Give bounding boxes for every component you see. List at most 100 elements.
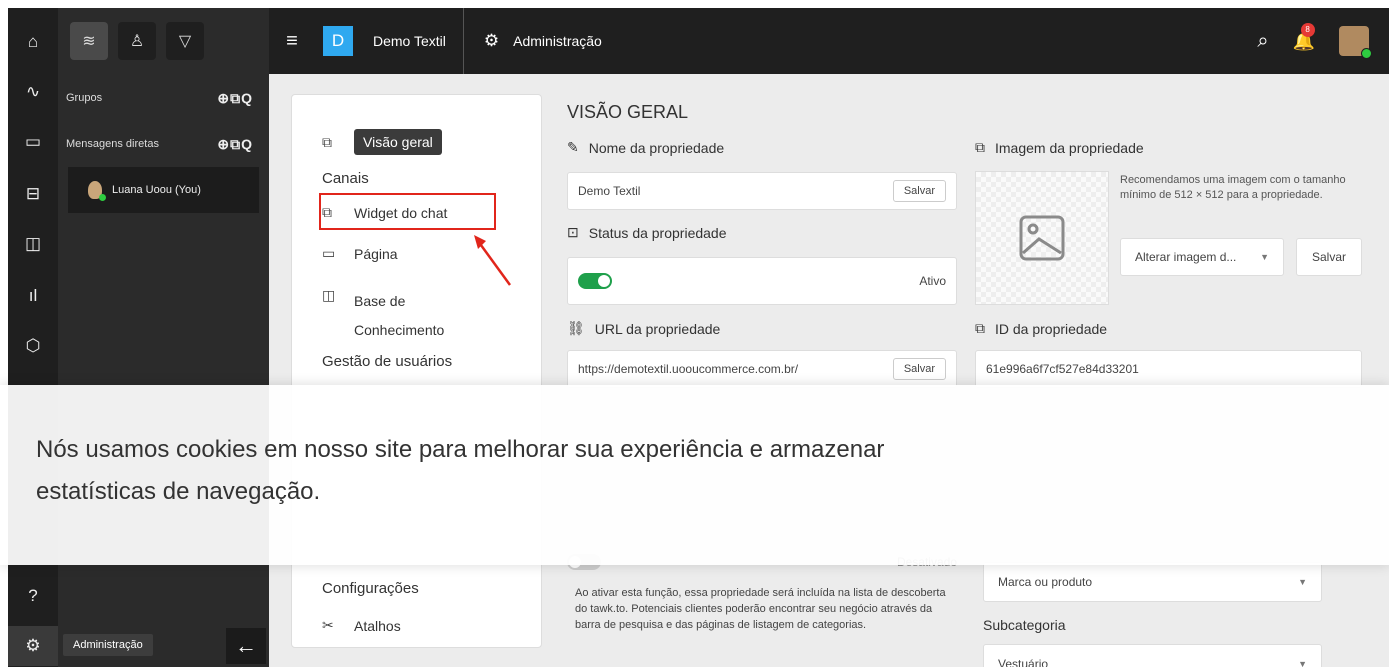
name-field[interactable]: Demo Textil Salvar: [567, 172, 957, 210]
status-value: Ativo: [919, 274, 946, 288]
overview-icon: ⧉: [322, 133, 332, 150]
users-heading: Gestão de usuários: [322, 353, 453, 370]
search-icon[interactable]: ⌕: [1257, 30, 1268, 53]
groups-actions-icons[interactable]: ⊕⧉Q: [217, 90, 253, 107]
dropdown-icon: ▼: [1298, 659, 1307, 667]
book-icon: ◫: [322, 287, 336, 303]
messages-icon[interactable]: ▭: [8, 122, 58, 162]
category-value: Marca ou produto: [998, 575, 1093, 589]
bell-icon[interactable]: 🔔 8: [1293, 22, 1315, 52]
filter-icon[interactable]: ▽: [166, 22, 204, 60]
collapse-arrow-icon[interactable]: ←: [226, 628, 266, 664]
save-name-button[interactable]: Salvar: [892, 180, 946, 202]
direct-messages-row[interactable]: Mensagens diretas ⊕⧉Q: [58, 124, 269, 164]
cookie-text: Nós usamos cookies em nosso site para me…: [36, 436, 885, 505]
image-select-value: Alterar imagem d...: [1135, 250, 1237, 264]
avatar[interactable]: [1339, 26, 1372, 59]
overview-content: VISÃO GERAL ✎ Nome da propriedade Demo T…: [542, 74, 1389, 667]
nav-overview[interactable]: ⧉ Visão geral: [322, 129, 442, 155]
property-name[interactable]: Demo Textil: [373, 33, 446, 49]
home-icon[interactable]: ⌂: [8, 22, 58, 62]
link-icon: ⛓: [567, 320, 585, 336]
app-frame: ⌂ ∿ ▭ ⊟ ◫ ıl ⬡ ? ⚙ ≋ ♙ ▽ Grupos ⊕⧉Q Mens…: [8, 8, 1389, 667]
direct-messages-label: Mensagens diretas: [66, 138, 159, 150]
user-avatar: [88, 181, 106, 201]
nav-shortcuts-label: Atalhos: [354, 617, 401, 634]
inbox-icon[interactable]: ⊟: [8, 174, 58, 214]
name-label-row: ✎ Nome da propriedade: [567, 139, 724, 156]
url-label: URL da propriedade: [594, 320, 721, 337]
image-placeholder[interactable]: [975, 171, 1109, 305]
save-url-button[interactable]: Salvar: [892, 358, 946, 380]
nav-shortcuts[interactable]: ✂ Atalhos: [322, 617, 401, 634]
pulse-icon: ⊡: [567, 224, 579, 240]
id-field[interactable]: 61e996a6f7cf527e84d33201: [975, 350, 1362, 388]
help-icon[interactable]: ?: [8, 576, 58, 616]
page-icon: ▭: [322, 245, 336, 261]
url-field[interactable]: https://demotextil.uooucommerce.com.br/ …: [567, 350, 957, 388]
name-value: Demo Textil: [578, 184, 641, 198]
id-label-row: ⧉ ID da propriedade: [975, 320, 1107, 337]
section-title: Administração: [513, 33, 602, 49]
highlight-box: [319, 193, 496, 230]
cookie-banner: Nós usamos cookies em nosso site para me…: [0, 385, 1389, 565]
edit-icon: ✎: [567, 139, 579, 155]
user-item[interactable]: Luana Uoou (You): [68, 167, 259, 213]
id-icon: ⧉: [975, 320, 985, 336]
url-value: https://demotextil.uooucommerce.com.br/: [578, 362, 799, 376]
admin-tooltip: Administração: [63, 634, 153, 656]
layers-icon[interactable]: ≋: [70, 22, 108, 60]
subcategory-select[interactable]: Vestuário ▼: [983, 644, 1322, 667]
id-value: 61e996a6f7cf527e84d33201: [986, 362, 1139, 376]
icon-rail: ⌂ ∿ ▭ ⊟ ◫ ıl ⬡ ? ⚙: [8, 8, 58, 667]
subcategory-label: Subcategoria: [983, 617, 1066, 633]
nav-page-label: Página: [354, 245, 398, 262]
nav-knowledge-base[interactable]: ◫ Base de Conhecimento: [322, 287, 444, 345]
menu-icon[interactable]: ≡: [269, 30, 315, 53]
notification-badge: 8: [1300, 22, 1315, 37]
nav-overview-label: Visão geral: [354, 129, 442, 155]
image-hint: Recomendamos uma imagem com o tamanho mí…: [1120, 174, 1346, 201]
scissors-icon: ✂: [322, 617, 334, 633]
nav-page[interactable]: ▭ Página: [322, 245, 398, 262]
user-name: Luana Uoou (You): [112, 184, 201, 196]
image-icon: ⧉: [975, 139, 985, 155]
settings-gear-icon: ⚙: [483, 31, 500, 50]
direct-actions-icons[interactable]: ⊕⧉Q: [217, 136, 253, 153]
groups-label: Grupos: [66, 92, 103, 104]
page-title: VISÃO GERAL: [567, 102, 689, 122]
name-label: Nome da propriedade: [588, 139, 725, 156]
url-label-row: ⛓ URL da propriedade: [567, 320, 720, 337]
top-bar: ≡ D Demo Textil ⚙ Administração ⌕ 🔔 8: [269, 8, 1389, 74]
dropdown-icon: ▼: [1298, 577, 1307, 587]
category-select[interactable]: Marca ou produto ▼: [983, 562, 1322, 602]
dropdown-icon: ▼: [1260, 252, 1269, 262]
save-image-button[interactable]: Salvar: [1296, 238, 1362, 276]
nav-kb-label-2: Conhecimento: [354, 322, 445, 338]
property-logo[interactable]: D: [323, 26, 353, 56]
divider: [462, 8, 464, 74]
status-toggle[interactable]: [578, 273, 612, 289]
status-label: Status da propriedade: [588, 224, 727, 241]
subcategory-value: Vestuário: [998, 657, 1049, 667]
image-select[interactable]: Alterar imagem d... ▼: [1120, 238, 1284, 276]
reports-icon[interactable]: ıl: [8, 276, 58, 316]
status-label-row: ⊡ Status da propriedade: [567, 224, 727, 241]
picture-icon: [1019, 215, 1065, 261]
admin-gear-icon[interactable]: ⚙: [8, 626, 58, 666]
discovery-description: Ao ativar esta função, essa propriedade …: [575, 587, 946, 631]
addons-icon[interactable]: ⬡: [8, 326, 58, 366]
visitor-icon[interactable]: ♙: [118, 22, 156, 60]
groups-row[interactable]: Grupos ⊕⧉Q: [58, 78, 269, 118]
nav-kb-label-1: Base de: [354, 293, 406, 309]
activity-icon[interactable]: ∿: [8, 72, 58, 112]
save-image-label: Salvar: [1311, 250, 1346, 264]
image-label: Imagem da propriedade: [995, 139, 1144, 156]
knowledge-base-icon[interactable]: ◫: [8, 224, 58, 264]
conversations-panel: ≋ ♙ ▽ Grupos ⊕⧉Q Mensagens diretas ⊕⧉Q L…: [58, 8, 269, 667]
id-label: ID da propriedade: [995, 320, 1108, 337]
image-label-row: ⧉ Imagem da propriedade: [975, 139, 1144, 156]
red-arrow-icon: [474, 235, 512, 286]
config-heading: Configurações: [322, 580, 419, 597]
status-field: Ativo: [567, 257, 957, 305]
